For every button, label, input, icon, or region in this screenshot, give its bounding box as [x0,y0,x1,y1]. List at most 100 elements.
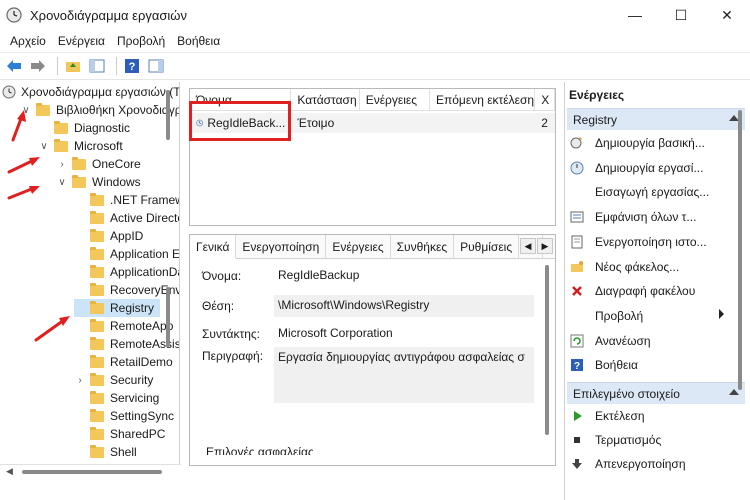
tree-item-label: Security [110,373,154,387]
tree-item[interactable]: ∨ Microsoft [38,137,129,155]
chevron-right-icon[interactable]: › [56,159,68,170]
tree-item[interactable]: AppID [74,227,149,245]
action-item[interactable]: Εισαγωγή εργασίας... [569,182,709,202]
tab-scroll-left-button[interactable]: ◀ [520,238,536,254]
menu-view[interactable]: Προβολή [111,34,171,48]
show-hide-action-pane-button[interactable] [146,56,166,76]
column-next-run[interactable]: Επόμενη εκτέλεση [430,89,536,111]
tree-vertical-scrollbar[interactable] [166,90,170,140]
tree-item[interactable]: › OneCore [56,155,147,173]
up-folder-button[interactable] [63,56,83,76]
maximize-button[interactable]: ☐ [658,0,704,30]
help-button[interactable]: ? [122,56,142,76]
details-vertical-scrollbar[interactable] [545,265,549,435]
folder-icon [54,120,68,134]
menu-action[interactable]: Ενέργεια [52,34,111,48]
folder-icon [90,354,104,368]
menu-bar: Αρχείο Ενέργεια Προβολή Βοήθεια [0,30,750,52]
show-hide-tree-button[interactable] [87,56,107,76]
menu-help[interactable]: Βοήθεια [171,34,226,48]
tree-item[interactable]: RemoteAssistance [74,335,179,353]
tree-item[interactable]: RecoveryEnvironment [74,281,179,299]
chevron-down-icon[interactable]: ∨ [38,141,50,152]
console-tree: Χρονοδιάγραμμα εργασιών (Τοπικό) ∨ Βιβλιοθ… [0,82,180,464]
actions-pane: Ενέργειες Registry Επιλεγμένο στοιχείο Δ… [564,82,750,500]
folder-icon [90,390,104,404]
tree-item[interactable]: ApplicationData [74,263,179,281]
tree-item[interactable]: Servicing [74,389,165,407]
folder-icon [90,246,104,260]
name-label: Όνομα: [202,269,242,283]
forward-button[interactable] [28,56,48,76]
tree-item[interactable]: ∨ Βιβλιοθήκη Χρονοδιαγράμματος [20,101,179,119]
collapse-icon[interactable] [729,389,739,395]
chevron-down-icon[interactable]: ∨ [56,177,68,188]
description-label: Περιγραφή: [202,349,264,363]
tree-item[interactable]: Shell [74,443,143,461]
action-item[interactable]: Δημιουργία βασική... [569,133,705,153]
action-item[interactable]: Προβολή [569,306,643,326]
actions-section-selected-item[interactable]: Επιλεγμένο στοιχείο [567,382,745,404]
toolbar-separator [57,57,58,75]
actions-section-registry[interactable]: Registry [567,108,745,130]
folder-icon [90,210,104,224]
tree-item[interactable]: Registry [74,299,161,317]
task-status: Έτοιμο [297,116,335,130]
action-item[interactable]: ? Βοήθεια [569,355,638,375]
action-item[interactable]: Εμφάνιση όλων τ... [569,207,696,227]
tree-item[interactable]: › Security [74,371,159,389]
action-item[interactable]: Τερματισμός [569,430,661,450]
action-item[interactable]: Εκτέλεση [569,406,645,426]
tree-item[interactable]: SettingSync [74,407,179,425]
tab-general[interactable]: Γενικά [190,235,237,259]
security-options-label: Επιλογές ασφαλείας [206,445,314,455]
folder-icon [90,264,104,278]
tab-conditions[interactable]: Συνθήκες [391,235,455,259]
tree-item[interactable]: ∨ Windows [56,173,147,191]
back-button[interactable] [4,56,24,76]
scrollbar-thumb[interactable] [22,470,162,474]
arrow-right-icon [31,60,45,72]
tab-scroll-right-button[interactable]: ▶ [537,238,553,254]
tree-item[interactable]: Χρονοδιάγραμμα εργασιών (Τοπικό) [2,83,179,101]
action-item-label: Απενεργοποίηση [595,457,686,471]
tree-item[interactable]: Diagnostic [38,119,136,137]
folder-icon [90,228,104,242]
menu-file[interactable]: Αρχείο [4,34,52,48]
tree-item[interactable]: Application Experience [74,245,179,263]
action-item[interactable]: Διαγραφή φακέλου [569,281,695,301]
action-item[interactable]: Δημιουργία εργασί... [569,158,703,178]
tab-settings[interactable]: Ρυθμίσεις [454,235,520,259]
author-value[interactable]: Microsoft Corporation [274,323,534,345]
minimize-button[interactable]: — [612,0,658,30]
name-value[interactable]: RegIdleBackup [274,265,534,287]
tab-actions[interactable]: Ενέργειες [326,235,391,259]
actions-vertical-scrollbar[interactable] [738,110,742,390]
title-bar: Χρονοδιάγραμμα εργασιών — ☐ ✕ [0,0,750,30]
action-item[interactable]: Ανανέωση [569,331,651,351]
tree-item[interactable]: Active Directory [74,209,179,227]
tab-triggers[interactable]: Ενεργοποίηση [236,235,327,259]
tree-item[interactable]: RemoteApp [74,317,179,335]
location-value[interactable]: \Microsoft\Windows\Registry [274,295,534,317]
tree-item[interactable]: RetailDemo [74,353,179,371]
tree-horizontal-scrollbar[interactable]: ◀ [0,464,181,478]
tree-scrollbar-thumb[interactable] [166,287,170,347]
action-item[interactable]: Νέος φάκελος... [569,257,679,277]
action-item[interactable]: Απενεργοποίηση [569,454,686,474]
tree-item-label: SharedPC [110,427,166,441]
chevron-down-icon[interactable]: ∨ [20,105,32,116]
description-value[interactable]: Εργασία δημιουργίας αντιγράφου ασφαλείας… [274,347,534,403]
column-status[interactable]: Κατάσταση [291,89,360,111]
action-item[interactable]: Ενεργοποίηση ιστο... [569,232,707,252]
action-item-label: Τερματισμός [595,433,662,447]
tree-item[interactable]: .NET Framework [74,191,179,209]
column-more[interactable]: Χ [535,89,555,111]
stop-icon [569,432,585,448]
tree-item[interactable]: SharedPC [74,425,171,443]
chevron-right-icon[interactable]: › [74,375,86,386]
column-triggers[interactable]: Ενέργειες [360,89,430,111]
close-button[interactable]: ✕ [704,0,750,30]
action-item-label: Εμφάνιση όλων τ... [595,210,697,225]
tree-item-label: Diagnostic [74,121,131,135]
